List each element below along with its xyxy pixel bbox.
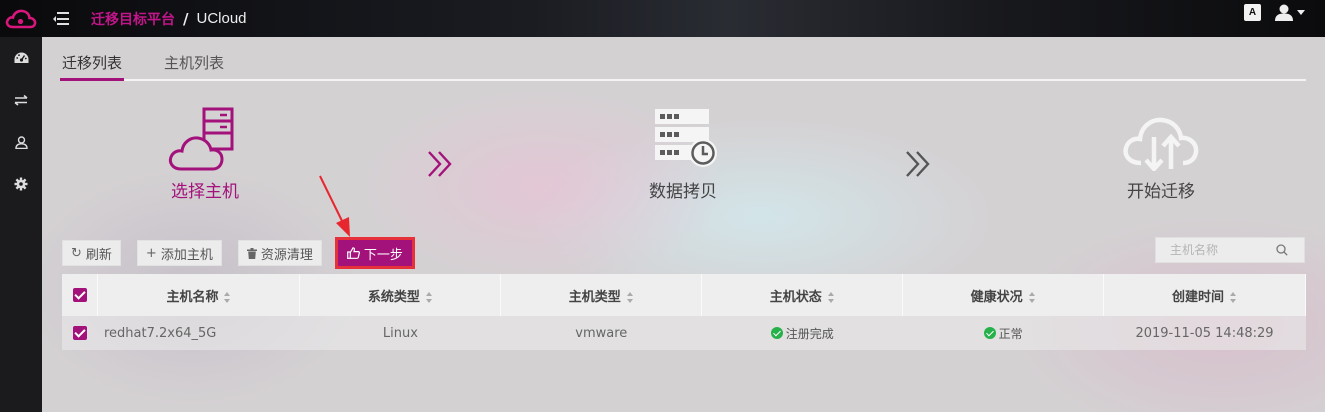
check-circle-icon (983, 327, 996, 339)
breadcrumb-app-title: 迁移目标平台 (91, 11, 175, 28)
double-chevron-right-icon (428, 151, 452, 177)
created-time-cell: 2019-11-05 14:48:29 (1103, 316, 1306, 350)
host-search (1155, 237, 1305, 263)
search-icon[interactable] (1276, 244, 1288, 256)
column-label: 健康状况 (970, 289, 1023, 305)
gear-icon (14, 177, 28, 191)
dashboard-icon (14, 52, 28, 63)
menu-toggle-icon[interactable] (53, 11, 69, 26)
host-search-input[interactable] (1156, 238, 1276, 262)
sidebar (0, 37, 42, 412)
host-status-cell: 注册完成 (701, 316, 903, 350)
step-label-start-migration: 开始迁移 (1127, 182, 1195, 202)
refresh-button[interactable]: ↻ 刷新 (62, 240, 121, 266)
user-icon (1275, 4, 1293, 21)
step-data-copy: 数据拷贝 (628, 107, 738, 202)
plus-icon: + (145, 245, 157, 261)
step-label-data-copy: 数据拷贝 (649, 182, 717, 202)
sidebar-item-account[interactable] (0, 121, 42, 163)
host-status-text: 注册完成 (785, 326, 834, 341)
sort-icon (827, 291, 835, 303)
sort-icon (1230, 291, 1237, 303)
host-name-link[interactable]: redhat7.2x64_5G (97, 316, 300, 350)
step-start-migration: 开始迁移 (1106, 107, 1216, 202)
column-header-host-status[interactable]: 主机状态 (701, 274, 904, 316)
language-icon-text: A (1248, 7, 1257, 18)
sidebar-item-dashboard[interactable] (0, 37, 42, 79)
select-all-checkbox[interactable] (72, 288, 87, 302)
refresh-button-label: 刷新 (85, 247, 112, 263)
server-clock-icon (655, 109, 717, 167)
column-header-host-name[interactable]: 主机名称 (97, 274, 301, 316)
next-step-button[interactable]: 下一步 (335, 238, 414, 268)
refresh-icon: ↻ (71, 245, 82, 261)
resource-cleanup-button-label: 资源清理 (260, 247, 313, 263)
row-checkbox[interactable] (72, 326, 87, 340)
health-cell: 正常 (902, 316, 1104, 350)
logo[interactable] (0, 0, 42, 37)
caret-down-icon (1297, 10, 1305, 15)
tab-host-list[interactable]: 主机列表 (164, 51, 224, 81)
step-label-select-host: 选择主机 (171, 182, 239, 202)
check-circle-icon (770, 327, 783, 339)
column-header-health[interactable]: 健康状况 (902, 274, 1105, 316)
thumbs-up-icon (346, 247, 360, 259)
row-select-cell (62, 316, 98, 350)
health-text: 正常 (998, 326, 1023, 341)
column-label: 主机名称 (166, 289, 219, 305)
toolbar: ↻ 刷新 + 添加主机 资源清理 下一步 (62, 238, 414, 268)
breadcrumb-separator: / (183, 9, 189, 28)
os-type-cell: Linux (299, 316, 501, 350)
migration-table: 主机名称 系统类型 主机类型 主机状态 健康状况 创建时间 redhat7.2x… (62, 274, 1306, 350)
sort-icon (626, 291, 634, 303)
step-select-host: 选择主机 (150, 107, 260, 202)
tab-migration-list[interactable]: 迁移列表 (60, 51, 125, 81)
column-label: 系统类型 (367, 289, 420, 305)
column-label: 创建时间 (1172, 289, 1225, 305)
sort-icon (1028, 291, 1036, 303)
resource-cleanup-button[interactable]: 资源清理 (237, 240, 322, 266)
transfer-icon (14, 94, 28, 106)
user-menu[interactable] (1275, 4, 1305, 21)
column-header-host-type[interactable]: 主机类型 (500, 274, 703, 316)
column-header-os-type[interactable]: 系统类型 (299, 274, 502, 316)
column-header-created[interactable]: 创建时间 (1103, 274, 1306, 316)
select-all-cell (62, 274, 99, 316)
sort-icon (425, 291, 433, 303)
host-type-cell: vmware (500, 316, 702, 350)
cloud-transfer-icon (1123, 117, 1199, 171)
sidebar-item-migrate[interactable] (0, 79, 42, 121)
breadcrumb-platform: UCloud (196, 10, 247, 27)
top-bar: 迁移目标平台 / UCloud A (0, 0, 1325, 37)
cloud-server-icon (168, 107, 234, 171)
table-header-row: 主机名称 系统类型 主机类型 主机状态 健康状况 创建时间 (62, 274, 1306, 316)
column-label: 主机状态 (769, 289, 822, 305)
annotation-arrow-icon (319, 175, 350, 237)
main-content: 迁移列表 主机列表 选择主机 数据拷贝 开始迁移 ↻ 刷新 + 添加主机 资源清… (42, 37, 1325, 412)
cloud-logo-icon (5, 9, 37, 28)
sidebar-item-settings[interactable] (0, 163, 42, 205)
tab-bar: 迁移列表 主机列表 (60, 51, 1306, 81)
sort-icon (224, 291, 231, 303)
language-switch-icon[interactable]: A (1244, 4, 1261, 21)
add-host-button-label: 添加主机 (160, 247, 213, 263)
double-chevron-right-icon (906, 151, 930, 177)
add-host-button[interactable]: + 添加主机 (136, 240, 222, 266)
trash-icon (246, 247, 257, 259)
user-outline-icon (14, 135, 28, 149)
next-step-button-label: 下一步 (363, 247, 403, 263)
column-label: 主机类型 (568, 289, 621, 305)
table-row[interactable]: redhat7.2x64_5G Linux vmware 注册完成 正常 201… (62, 316, 1306, 350)
